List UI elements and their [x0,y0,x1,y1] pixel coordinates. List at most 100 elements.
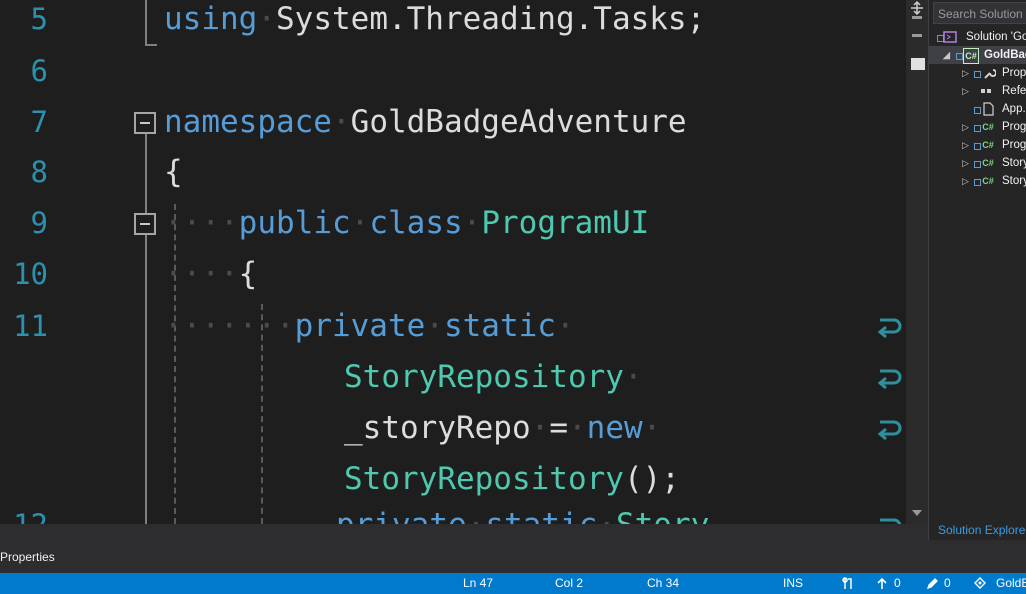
line-number: 11 [13,309,48,343]
status-insert-mode[interactable]: INS [783,573,803,594]
csharp-file-icon: C# [982,140,994,150]
keyword: using [164,1,258,37]
solution-explorer-tab[interactable]: Solution Explorer [929,520,1026,540]
tree-item-label: Story [1002,175,1026,187]
collapsed-arrow-icon[interactable]: ▷ [962,121,970,133]
keyword: private [336,507,467,524]
scroll-marker [912,16,922,19]
status-char[interactable]: Ch 34 [647,573,679,594]
tree-item-cs-file[interactable]: ▷ C# Prog [929,136,1026,154]
keyword: namespace [164,104,332,140]
line-number: 6 [30,54,48,88]
tree-item-label: App. [1002,103,1026,115]
expanded-arrow-icon[interactable]: ◢ [943,49,951,61]
pencil-icon[interactable] [926,577,938,590]
code-line-11-wrap-3: StoryRepository(); [344,454,680,504]
csharp-project-icon: C# [963,48,979,64]
push-count: 0 [894,576,901,590]
collapsed-arrow-icon[interactable]: ▷ [962,157,970,169]
csharp-file-icon: C# [982,176,994,186]
repository-name[interactable]: GoldB [996,573,1026,594]
solution-explorer-panel: Search Solution E Solution 'Go ◢ C# Gold… [928,0,1026,540]
scroll-down-arrow-icon[interactable] [912,510,922,516]
code-line-7: namespace·GoldBadgeAdventure [164,104,687,140]
bottom-tool-strip: Properties [0,524,928,573]
tree-item-project[interactable]: ◢ C# GoldBad [929,46,1026,64]
collapse-namespace-button[interactable] [134,112,156,134]
status-column[interactable]: Col 2 [555,573,583,594]
tree-item-solution[interactable]: Solution 'Go [929,28,1026,46]
arrow-up-icon[interactable] [876,577,888,590]
pull-requests-icon[interactable] [842,577,854,590]
word-wrap-icon [877,420,902,441]
code-line-11-wrap-2: _storyRepo·=·new· [344,410,662,446]
solution-icon [943,31,957,43]
keyword: private [294,308,426,344]
tree-item-references[interactable]: ▷ Refe [929,82,1026,100]
tree-item-label: Prog [1002,139,1026,151]
collapsed-arrow-icon[interactable]: ▷ [962,67,970,79]
collapse-class-button[interactable] [134,213,156,235]
keyword: class [369,205,463,241]
line-number: 10 [13,257,48,291]
tree-item-label: Prop [1002,67,1026,79]
namespace-name: GoldBadgeAdventure [350,104,687,140]
tree-item-app-config[interactable]: App. [929,100,1026,118]
lock-icon [974,179,981,186]
code-line-9: ····public·class·ProgramUI [164,205,650,241]
namespace-text: System.Threading.Tasks; [276,1,706,37]
tree-item-label: Solution 'Go [966,31,1026,43]
keyword: static [485,507,597,524]
csharp-file-icon: C# [982,158,994,168]
code-editor[interactable]: 5 6 7 8 9 10 11 12 using·System.Threadin… [0,0,906,524]
git-branch-icon[interactable] [974,577,986,590]
word-wrap-icon [880,518,902,524]
collapsed-arrow-icon[interactable]: ▷ [962,175,970,187]
code-line-8: { [164,147,183,197]
lock-icon [974,143,981,150]
line-number: 12 [0,500,48,524]
solution-search-input[interactable]: Search Solution E [933,2,1026,24]
scrollbar-thumb[interactable] [911,58,925,70]
split-window-icon[interactable] [910,0,924,16]
lock-icon [974,125,981,132]
outline-end-line [145,44,157,46]
class-name: ProgramUI [481,205,650,241]
call-tail: (); [623,461,680,497]
config-file-icon [983,102,994,116]
outline-vertical-line [145,134,147,524]
tree-item-cs-file[interactable]: ▷ C# Prog [929,118,1026,136]
code-line-5: using·System.Threading.Tasks; [164,1,706,37]
lock-icon [974,71,981,78]
references-icon [981,89,991,93]
lock-icon [956,53,963,60]
collapsed-arrow-icon[interactable]: ▷ [962,139,970,151]
status-line[interactable]: Ln 47 [463,573,493,594]
csharp-file-icon: C# [982,122,994,132]
code-line-12: private·static·Story [336,500,709,524]
scroll-marker [912,34,922,37]
lock-icon [974,107,981,114]
bottom-tool-strip-right [928,540,1026,573]
tree-item-label: Refe [1002,85,1026,97]
line-number: 5 [30,2,48,36]
tree-item-properties[interactable]: ▷ Prop [929,64,1026,82]
keyword: new [586,410,643,446]
line-number: 9 [30,206,48,240]
collapsed-arrow-icon[interactable]: ▷ [962,85,970,97]
code-line-10: ····{ [164,256,258,292]
word-wrap-icon [877,318,902,339]
properties-tab[interactable]: Properties [0,550,55,564]
type-name: StoryRepository [344,359,624,395]
lock-icon [974,161,981,168]
open-brace: { [164,154,183,190]
tree-item-cs-file[interactable]: ▷ C# Story [929,154,1026,172]
wrench-icon [984,69,996,79]
type-name: Story [616,507,709,524]
keyword: public [238,205,351,241]
field-name: _storyRepo [344,410,531,446]
editor-vertical-scrollbar[interactable] [906,0,928,524]
word-wrap-icon [877,369,902,390]
tree-item-cs-file[interactable]: ▷ C# Story [929,172,1026,190]
code-line-11: ·······private·static· [164,308,575,344]
